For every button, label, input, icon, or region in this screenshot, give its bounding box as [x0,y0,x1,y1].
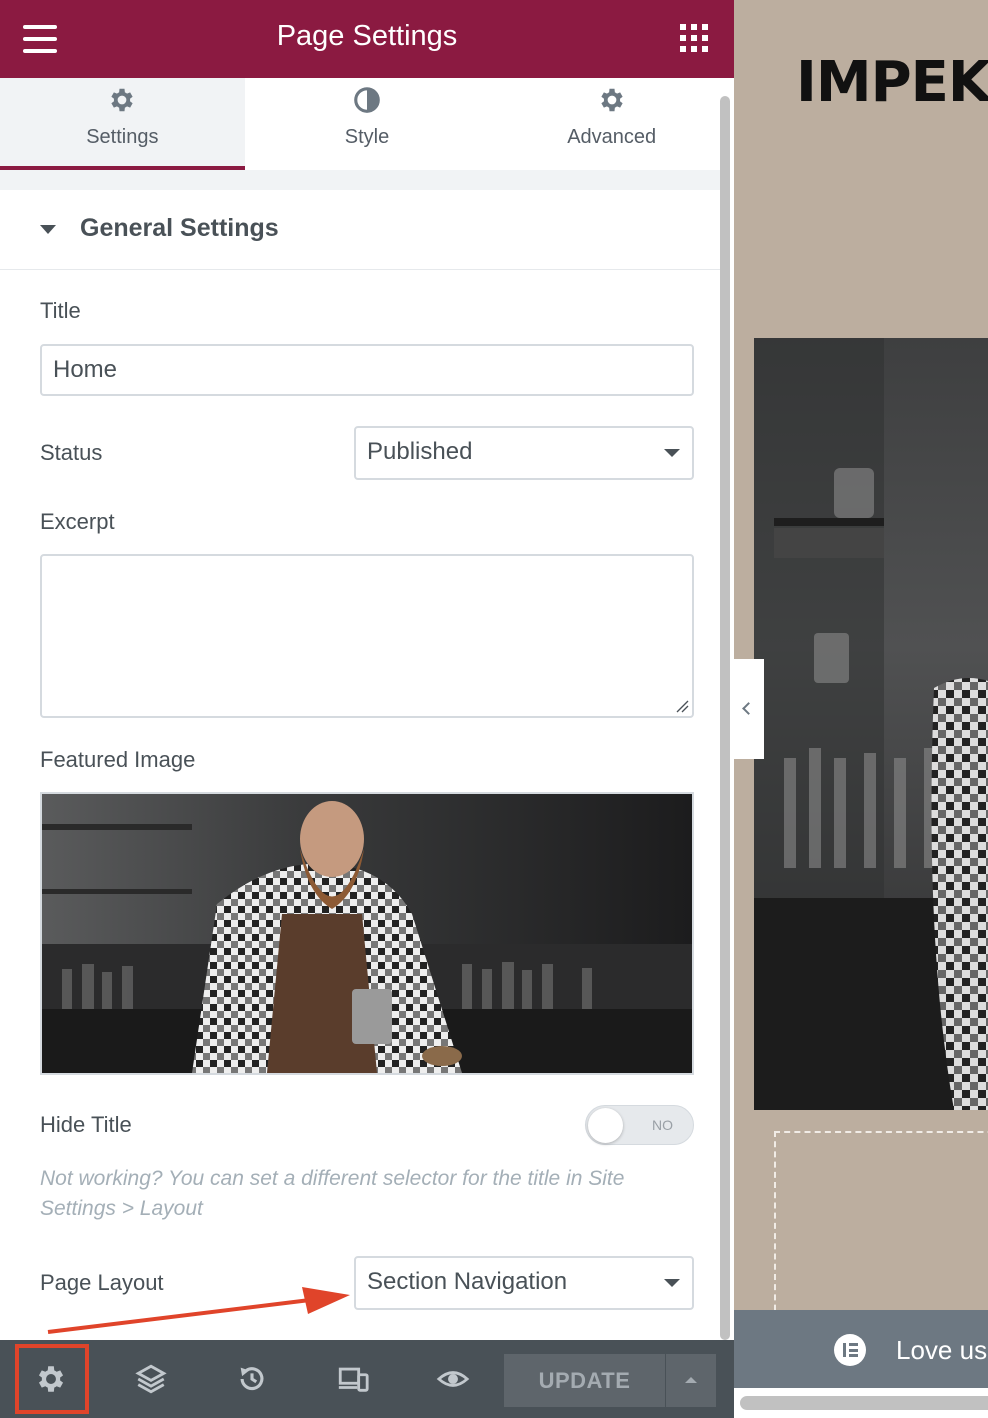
caret-down-icon [40,225,56,234]
excerpt-label: Excerpt [40,509,115,534]
chevron-down-icon [664,449,680,457]
title-input-value: Home [53,356,118,383]
horizontal-scrollbar[interactable] [740,1396,988,1410]
tab-style-label: Style [344,126,390,148]
eye-icon[interactable] [436,1362,470,1396]
empty-section-placeholder[interactable] [774,1131,988,1331]
elementor-logo-icon [834,1334,866,1366]
feedback-banner: Love usi [734,1310,988,1388]
status-label: Status [40,440,103,465]
panel-scrollbar[interactable] [720,96,730,1340]
page-layout-select[interactable]: Section Navigation [354,1256,694,1310]
grid-icon[interactable] [680,24,708,52]
history-icon[interactable] [235,1362,269,1396]
gear-icon [111,88,133,112]
half-circle-icon [354,87,380,113]
tab-separator [0,170,720,190]
feedback-banner-text: Love usi [896,1335,988,1365]
title-input[interactable]: Home [40,344,694,396]
chevron-left-icon [742,702,755,715]
featured-image-picture [42,794,692,1073]
tab-advanced[interactable]: Advanced [489,78,734,170]
tab-bar: Settings Style Advanced [0,78,734,170]
page-layout-select-value: Section Navigation [367,1268,568,1295]
gear-icon [601,88,623,112]
annotation-arrow [47,1287,350,1334]
hide-title-toggle[interactable]: NO [585,1105,694,1145]
tab-style[interactable]: Style [245,78,490,170]
chevron-down-icon [664,1279,680,1287]
hide-title-label: Hide Title [40,1112,132,1137]
layers-icon[interactable] [134,1362,168,1396]
collapse-panel-button[interactable] [734,659,764,759]
featured-image[interactable] [40,792,694,1075]
settings-highlight-box [15,1344,89,1414]
tab-settings-label: Settings [86,126,159,148]
section-toggle-general-settings[interactable]: General Settings [0,190,720,270]
update-options-button[interactable] [666,1354,716,1407]
excerpt-textarea[interactable] [40,554,694,718]
toggle-state-text: NO [652,1117,673,1133]
tab-advanced-label: Advanced [567,126,657,148]
page-preview: IMPEKA [734,0,988,1418]
responsive-icon[interactable] [336,1362,370,1396]
section-title: General Settings [80,214,279,242]
preview-hero-image [754,338,988,1110]
status-select-value: Published [367,438,473,465]
panel-title: Page Settings [276,20,458,52]
hide-title-hint: Not working? You can set a different sel… [40,1167,625,1220]
tab-settings[interactable]: Settings [0,78,245,170]
update-button[interactable]: UPDATE [504,1354,665,1407]
toggle-knob [588,1108,623,1143]
editor-panel: Page Settings Settings Style Advanced Ge… [0,0,734,1418]
resize-handle-icon[interactable] [675,699,689,713]
featured-image-label: Featured Image [40,747,196,772]
caret-up-icon [685,1377,697,1383]
title-label: Title [40,298,81,323]
status-select[interactable]: Published [354,426,694,480]
panel-header: Page Settings [0,0,734,78]
site-logo: IMPEKA [796,50,988,115]
